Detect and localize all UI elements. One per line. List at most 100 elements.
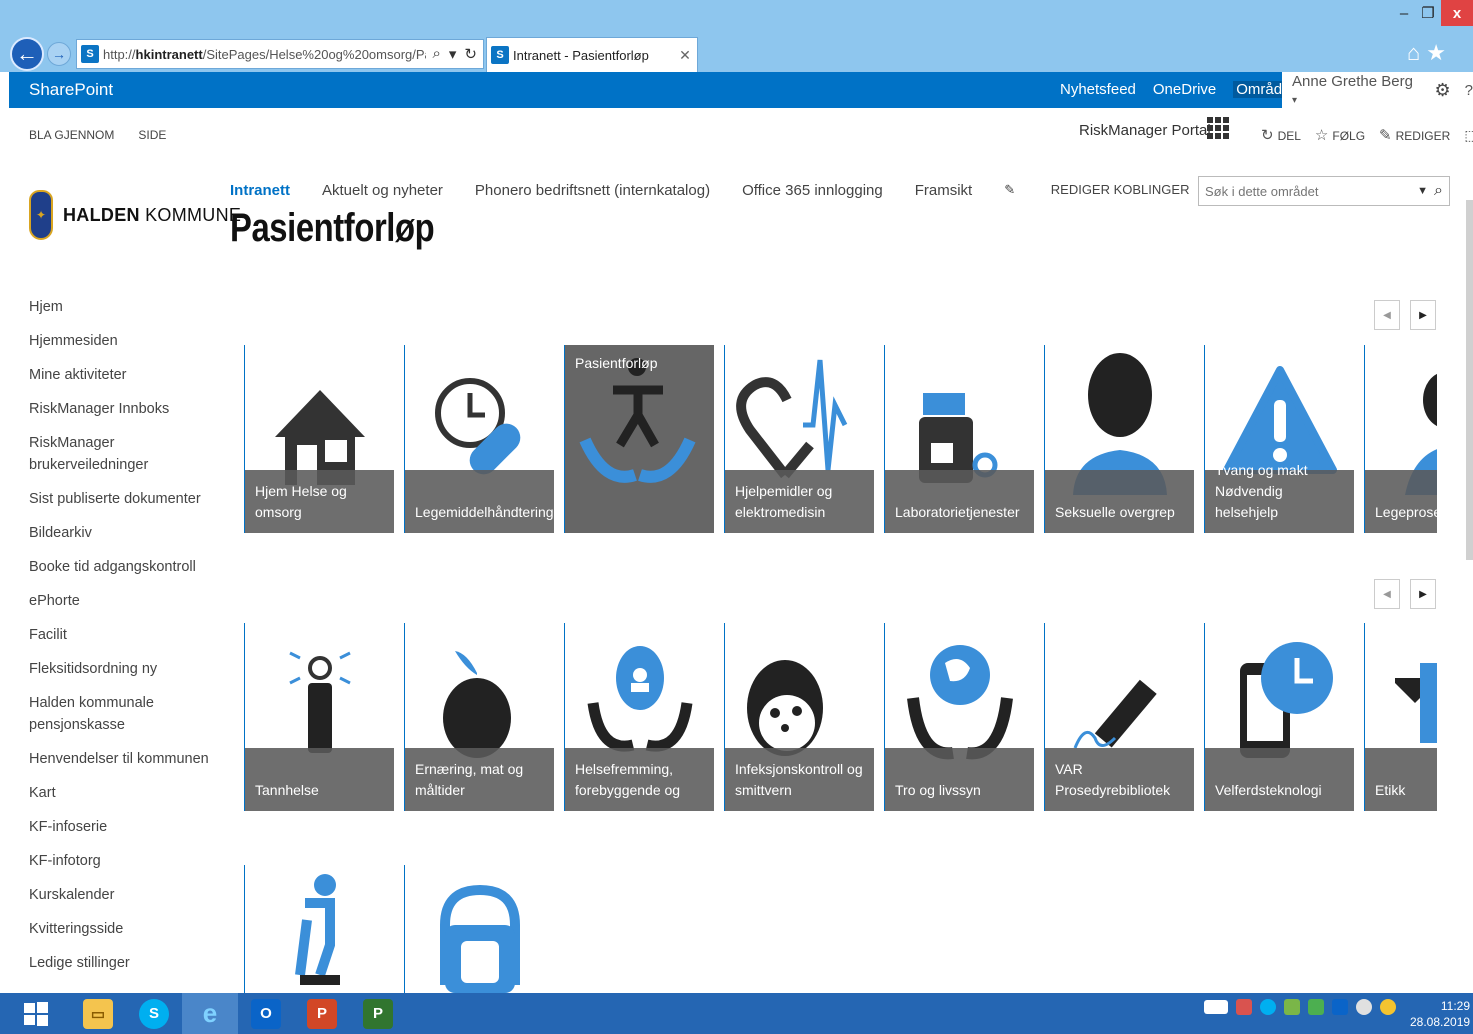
- sync-icon[interactable]: [1356, 999, 1372, 1015]
- internet-explorer-icon[interactable]: e: [182, 993, 238, 1034]
- edit-links-button[interactable]: ✎ REDIGER KOBLINGER: [1004, 182, 1221, 199]
- browser-tab[interactable]: S Intranett - Pasientforløp ✕: [486, 37, 698, 72]
- skype-icon[interactable]: S: [126, 993, 182, 1034]
- forward-button[interactable]: →: [47, 42, 71, 66]
- tile-r2-1[interactable]: Ernæring, mat og måltider: [404, 623, 554, 811]
- topnav-aktuelt[interactable]: Aktuelt og nyheter: [322, 182, 443, 199]
- edit-button[interactable]: ✎ REDIGER: [1379, 126, 1450, 144]
- topnav-framsikt[interactable]: Framsikt: [915, 182, 973, 199]
- tile-r1-4[interactable]: Laboratorietjenester: [884, 345, 1034, 533]
- tile-r2-2[interactable]: Helsefremming, forebyggende og: [564, 623, 714, 811]
- leftnav-item[interactable]: Bildearkiv: [29, 522, 219, 544]
- tile-r2-0[interactable]: Tannhelse: [244, 623, 394, 811]
- system-tray: [1204, 999, 1396, 1015]
- leftnav-item[interactable]: Fleksitidsordning ny: [29, 658, 219, 680]
- leftnav-item[interactable]: Booke tid adgangskontroll: [29, 556, 219, 578]
- suite-link-onedrive[interactable]: OneDrive: [1153, 81, 1216, 98]
- leftnav-item[interactable]: Henvendelser til kommunen: [29, 748, 219, 770]
- clock[interactable]: 11:29 28.08.2019: [1410, 998, 1470, 1030]
- sharepoint-suite-bar: SharePoint Nyhetsfeed OneDrive Områder A…: [9, 72, 1473, 108]
- leftnav-item[interactable]: ePhorte: [29, 590, 219, 612]
- leftnav-item[interactable]: Hjemmesiden: [29, 330, 219, 352]
- back-button[interactable]: ←: [10, 37, 44, 71]
- windows-start-icon[interactable]: [8, 993, 64, 1034]
- topnav-phonero[interactable]: Phonero bedriftsnett (internkatalog): [475, 182, 710, 199]
- row2-prev-button[interactable]: ◀: [1374, 579, 1400, 609]
- leftnav-item[interactable]: Kurskalender: [29, 884, 219, 906]
- outlook-tray-icon[interactable]: [1332, 999, 1348, 1015]
- leftnav-item[interactable]: RiskManager brukerveiledninger: [29, 432, 219, 476]
- search-scope-dropdown-icon[interactable]: ▼: [1417, 185, 1428, 197]
- home-icon[interactable]: ⌂: [1407, 40, 1420, 66]
- leftnav-item[interactable]: Kart: [29, 782, 219, 804]
- user-menu[interactable]: Anne Grethe Berg ▾ ⚙ ?: [1282, 72, 1473, 108]
- leftnav-item[interactable]: Kvitteringsside: [29, 918, 219, 940]
- search-icon[interactable]: ⌕: [1434, 182, 1443, 200]
- help-icon[interactable]: ?: [1465, 82, 1473, 99]
- favorites-star-icon[interactable]: ★: [1426, 40, 1446, 66]
- ribbon-tab-page[interactable]: SIDE: [138, 128, 166, 142]
- file-explorer-icon[interactable]: ▭: [70, 993, 126, 1034]
- tile-r2-5[interactable]: VAR Prosedyrebibliotek: [1044, 623, 1194, 811]
- powerpoint-icon[interactable]: P: [294, 993, 350, 1034]
- focus-icon[interactable]: ⬚: [1464, 127, 1473, 144]
- search-input[interactable]: [1199, 183, 1418, 199]
- leftnav-item[interactable]: RiskManager Innboks: [29, 398, 219, 420]
- tile-r2-3[interactable]: Infeksjonskontroll og smittvern: [724, 623, 874, 811]
- leftnav-item[interactable]: Halden kommunale pensjonskasse: [29, 692, 219, 736]
- page-scrollbar[interactable]: [1466, 200, 1473, 560]
- follow-button[interactable]: ☆ FØLG: [1315, 126, 1365, 144]
- tile-r2-6[interactable]: Velferdsteknologi: [1204, 623, 1354, 811]
- outlook-icon[interactable]: O: [238, 993, 294, 1034]
- tile-r1-1[interactable]: Legemiddelhåndtering: [404, 345, 554, 533]
- close-window-button[interactable]: x: [1441, 0, 1473, 26]
- dropdown-icon[interactable]: ▾: [449, 45, 457, 63]
- tile-r2-4[interactable]: Tro og livssyn: [884, 623, 1034, 811]
- tile-r1-7[interactable]: Legeprose: [1364, 345, 1437, 533]
- pencil-icon: ✎: [1004, 182, 1016, 197]
- site-logo[interactable]: ✦ HALDEN KOMMUNE: [29, 190, 241, 240]
- topnav-office365[interactable]: Office 365 innlogging: [742, 182, 883, 199]
- tray-app-icon[interactable]: [1236, 999, 1252, 1015]
- tile-r2-7[interactable]: Etikk: [1364, 623, 1437, 811]
- restore-button[interactable]: ❐: [1416, 0, 1440, 26]
- minimize-button[interactable]: –: [1392, 0, 1416, 26]
- app-launcher-icon[interactable]: [1207, 113, 1231, 143]
- ribbon-tab-browse[interactable]: BLA GJENNOM: [29, 128, 114, 142]
- leftnav-item[interactable]: KF-infoserie: [29, 816, 219, 838]
- project-icon[interactable]: P: [350, 993, 406, 1034]
- tile-r1-0[interactable]: Hjem Helse og omsorg: [244, 345, 394, 533]
- tile-r1-2[interactable]: Pasientforløp: [564, 345, 714, 533]
- leftnav-item[interactable]: Facilit: [29, 624, 219, 646]
- share-button[interactable]: ↻ DEL: [1261, 126, 1301, 144]
- suite-link-newsfeed[interactable]: Nyhetsfeed: [1060, 81, 1136, 98]
- tile-r1-5[interactable]: Seksuelle overgrep: [1044, 345, 1194, 533]
- search-icon[interactable]: ⌕: [432, 45, 440, 63]
- close-tab-icon[interactable]: ✕: [673, 47, 697, 64]
- leftnav-item[interactable]: Mine aktiviteter: [29, 364, 219, 386]
- gear-icon[interactable]: ⚙: [1435, 80, 1451, 101]
- sharepoint-brand[interactable]: SharePoint: [29, 80, 113, 100]
- tile-r1-3[interactable]: Hjelpemidler og elektromedisin: [724, 345, 874, 533]
- row2-next-button[interactable]: ▶: [1410, 579, 1436, 609]
- leftnav-item[interactable]: KF-infotorg: [29, 850, 219, 872]
- user-name[interactable]: Anne Grethe Berg: [1292, 73, 1413, 90]
- address-text[interactable]: http://hkintranett/SitePages/Helse%20og%…: [103, 47, 426, 62]
- tile-r3-1[interactable]: [404, 865, 554, 993]
- keyboard-icon[interactable]: [1204, 1000, 1228, 1014]
- notification-icon[interactable]: [1380, 999, 1396, 1015]
- leftnav-item[interactable]: Sist publiserte dokumenter: [29, 488, 219, 510]
- row1-next-button[interactable]: ▶: [1410, 300, 1436, 330]
- refresh-icon[interactable]: ↻: [464, 45, 477, 63]
- skype-tray-icon[interactable]: [1260, 999, 1276, 1015]
- tile-r1-6[interactable]: Tvang og makt Nødvendig helsehjelp: [1204, 345, 1354, 533]
- tile-r3-0[interactable]: [244, 865, 394, 993]
- row1-prev-button[interactable]: ◀: [1374, 300, 1400, 330]
- security-icon[interactable]: [1308, 999, 1324, 1015]
- leftnav-item[interactable]: Hjem: [29, 296, 219, 318]
- network-icon[interactable]: [1284, 999, 1300, 1015]
- address-bar[interactable]: S http://hkintranett/SitePages/Helse%20o…: [76, 39, 484, 69]
- leftnav-item[interactable]: Ledige stillinger: [29, 952, 219, 974]
- riskmanager-portal-link[interactable]: RiskManager Portal: [1079, 122, 1211, 139]
- topnav-intranett[interactable]: Intranett: [230, 182, 290, 199]
